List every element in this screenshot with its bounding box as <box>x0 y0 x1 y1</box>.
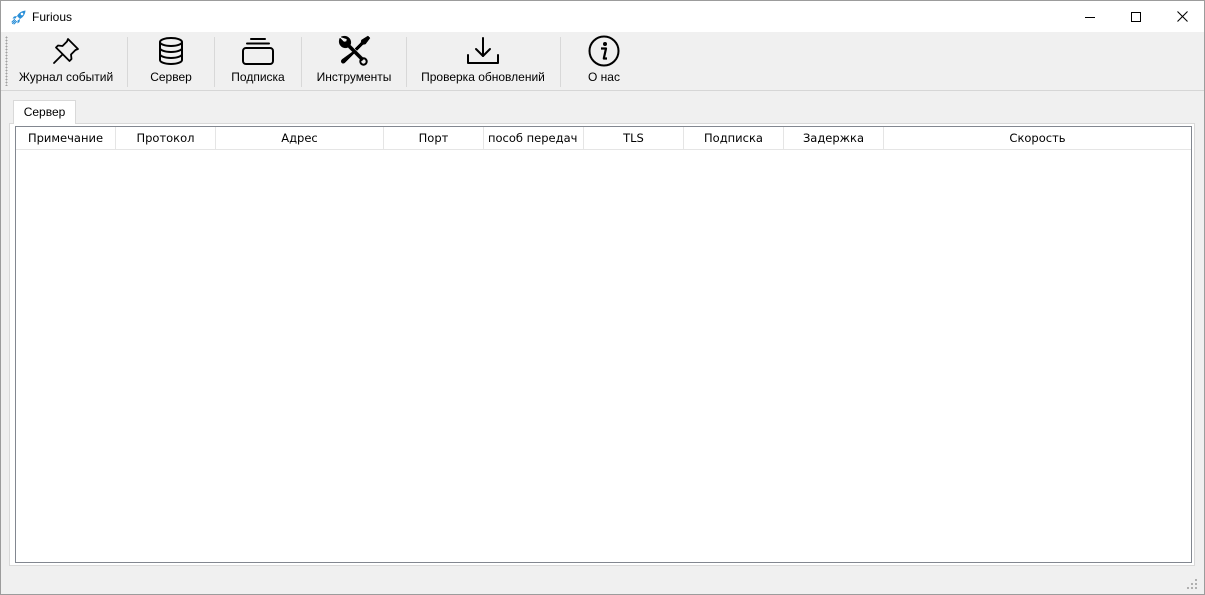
server-button[interactable]: Сервер <box>131 32 211 90</box>
check-updates-label: Проверка обновлений <box>421 70 545 84</box>
column-header-speed[interactable]: Скорость <box>884 127 1191 149</box>
stack-icon <box>242 38 274 65</box>
about-label: О нас <box>588 70 620 84</box>
database-icon <box>159 37 183 66</box>
close-button[interactable] <box>1159 1 1204 32</box>
title-bar[interactable]: Furious <box>1 1 1204 32</box>
window-title: Furious <box>32 10 73 24</box>
about-button[interactable]: О нас <box>564 32 644 90</box>
column-header-tls[interactable]: TLS <box>584 127 684 149</box>
minimize-icon <box>1085 16 1095 18</box>
column-header-protocol[interactable]: Протокол <box>116 127 216 149</box>
event-log-button[interactable]: Журнал событий <box>11 32 121 90</box>
subscription-button[interactable]: Подписка <box>217 32 299 90</box>
table-header: Примечание Протокол Адрес Порт пособ пер… <box>16 127 1191 150</box>
column-header-transport[interactable]: пособ передач <box>484 127 584 149</box>
info-icon <box>588 35 620 67</box>
tools-icon <box>338 35 371 66</box>
column-header-address[interactable]: Адрес <box>216 127 384 149</box>
column-header-port[interactable]: Порт <box>384 127 484 149</box>
maximize-icon <box>1131 11 1141 22</box>
tab-server[interactable]: Сервер <box>13 100 76 124</box>
column-header-subscription[interactable]: Подписка <box>684 127 784 149</box>
pin-icon <box>53 38 79 64</box>
download-icon <box>467 37 499 64</box>
server-table[interactable]: Примечание Протокол Адрес Порт пособ пер… <box>15 126 1192 563</box>
server-label: Сервер <box>150 70 192 84</box>
subscription-label: Подписка <box>231 70 285 84</box>
toolbar-separator <box>406 37 407 87</box>
column-header-latency[interactable]: Задержка <box>784 127 884 149</box>
main-toolbar: Журнал событий Сервер Подписка Инструмен… <box>1 32 1204 91</box>
toolbar-separator <box>214 37 215 87</box>
toolbar-separator <box>560 37 561 87</box>
toolbar-separator <box>127 37 128 87</box>
minimize-button[interactable] <box>1067 1 1113 32</box>
check-updates-button[interactable]: Проверка обновлений <box>410 32 556 90</box>
maximize-button[interactable] <box>1113 1 1159 32</box>
resize-grip-icon[interactable] <box>1186 578 1198 590</box>
tools-button[interactable]: Инструменты <box>305 32 403 90</box>
event-log-label: Журнал событий <box>18 70 114 84</box>
main-window: Furious Журнал событий Сервер Подписка И… <box>0 0 1205 595</box>
tools-label: Инструменты <box>316 70 392 84</box>
toolbar-separator <box>301 37 302 87</box>
rocket-icon <box>11 9 27 25</box>
column-header-note[interactable]: Примечание <box>16 127 116 149</box>
toolbar-grip[interactable] <box>5 36 8 86</box>
close-icon <box>1176 11 1188 22</box>
